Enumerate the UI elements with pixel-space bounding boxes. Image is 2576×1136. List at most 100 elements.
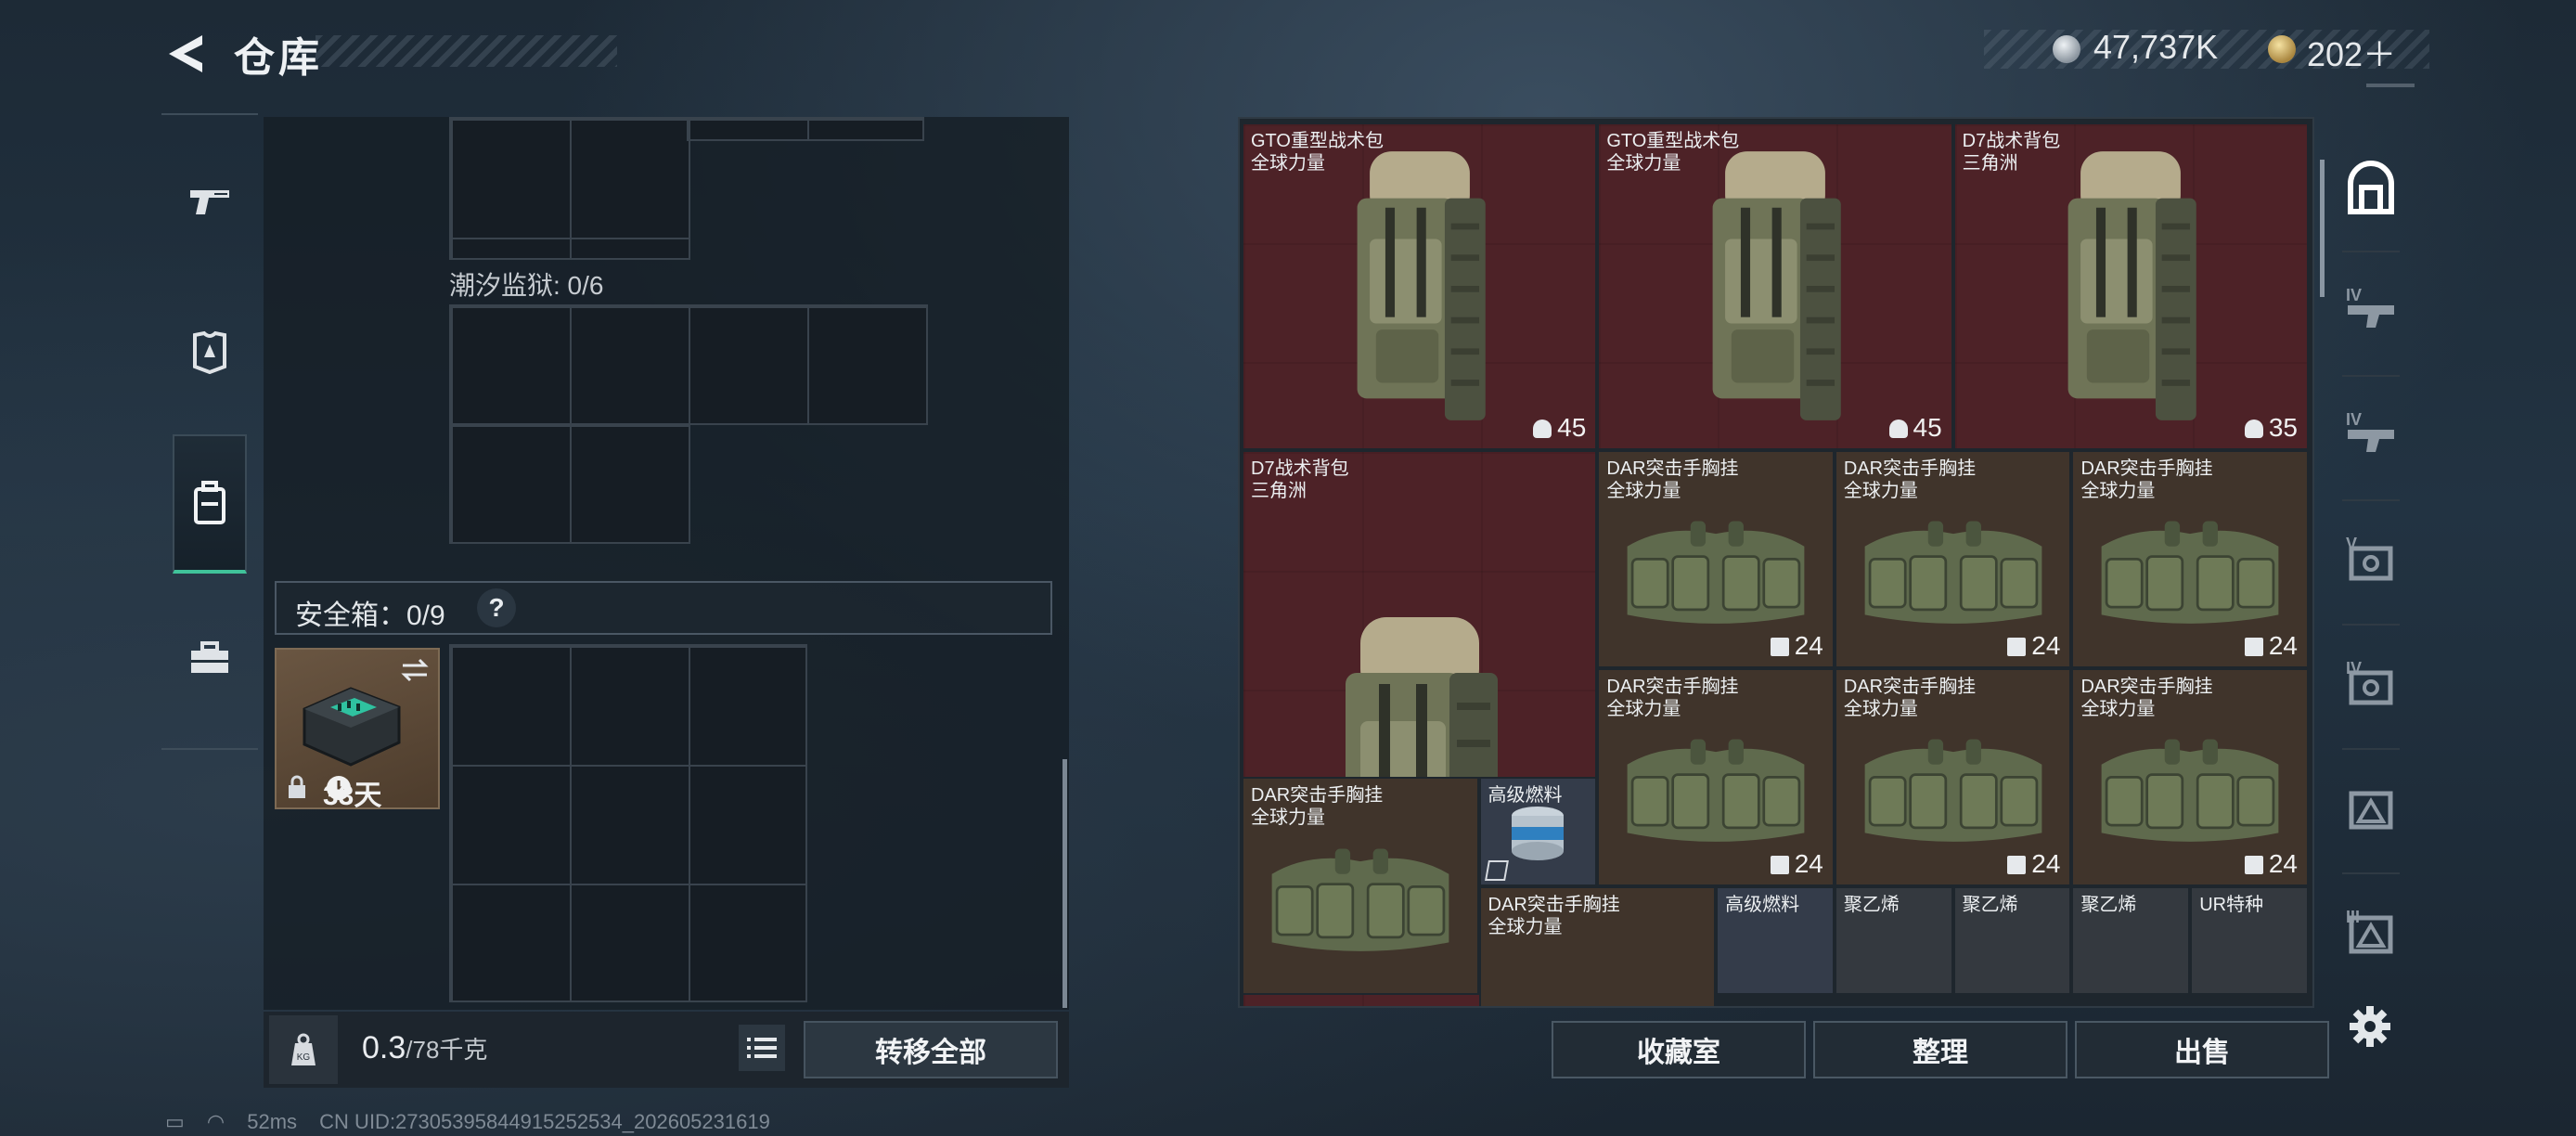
chest-rig-item-icon [1627,521,1805,624]
nav-divider [161,748,258,750]
chaoxi-grid-row2[interactable] [449,423,690,544]
item-source: 全球力量 [1251,807,1325,829]
weight-readout: 0.3/78千克 [362,1030,487,1066]
inventory-item[interactable]: D7战术背包三角洲 35 [1952,123,2309,450]
item-count: 24 [2007,849,2060,879]
inventory-item[interactable]: GTO重型战术包 全球力量 45 [1242,123,1598,450]
inventory-item[interactable]: DAR突击手胸挂 全球力量 24 [1597,449,1835,668]
safe-help-button[interactable]: ? [477,588,516,627]
item-name: DAR突击手胸挂 [1251,785,1384,807]
inventory-item[interactable]: DAR突击手胸挂 全球力量 24 [1597,667,1835,886]
item-name: DAR突击手胸挂 [1606,458,1739,479]
item-name: DAR突击手胸挂 [2080,458,2213,479]
battery-icon: ▭ [165,1110,185,1133]
inventory-item[interactable]: DAR突击手胸挂 全球力量 [1242,777,1479,996]
inventory-item[interactable]: 聚乙烯 [2071,885,2191,996]
inventory-item[interactable]: DAR突击手胸挂 全球力量 24 [1834,449,2072,668]
vest-capacity-icon [2007,637,2027,656]
tier-label: IV [2346,286,2363,304]
item-source: 全球力量 [1251,153,1325,174]
item-name: 高级燃料 [1488,785,1563,807]
swap-icon [401,658,429,682]
list-view-button[interactable] [739,1025,785,1071]
container-grid-top[interactable] [449,117,690,260]
gold-coin-icon [2268,35,2296,63]
weight-total: /78千克 [406,1036,488,1064]
item-name: DAR突击手胸挂 [1488,894,1620,915]
chest-rig-item-icon [1864,521,2042,624]
organize-button[interactable]: 整理 [1813,1021,2067,1078]
category-special-iii[interactable]: III [2333,876,2409,991]
vest-capacity-icon [2007,855,2027,874]
tab-backpack[interactable] [173,434,247,574]
item-name: 高级燃料 [1725,894,1800,915]
tab-toolbox[interactable] [173,588,247,728]
inventory-item[interactable]: 高级燃料 [1716,885,1835,996]
item-count: 35 [2244,413,2298,443]
lock-icon [289,775,305,798]
fuel-canister-icon [1512,807,1565,861]
tab-armor[interactable] [173,282,247,421]
item-name: GTO重型战术包 [1251,131,1384,151]
category-all[interactable] [2333,130,2409,245]
item-source: 全球力量 [2080,698,2156,719]
item-name: 聚乙烯 [1962,894,2018,915]
backpack-capacity-icon [1533,419,1552,438]
chaoxi-grid-row1[interactable] [449,304,928,425]
category-divider [2342,748,2400,750]
warehouse-grid: GTO重型战术包 全球力量 45 GTO重型战术包 全球力量 45 D7战术背包 三角洲 3… [1242,123,2309,1006]
category-armor-v[interactable]: V [2333,503,2409,618]
item-name: UR特种 [2199,894,2264,915]
inventory-item[interactable]: GTO重型战术包 全球力量 45 [1597,123,1953,450]
warehouse-scrollbar[interactable] [2320,160,2325,297]
inventory-item[interactable]: DAR突击手胸挂 全球力量 24 [1834,667,2072,886]
item-count: 24 [2244,849,2298,879]
currency-2-value[interactable]: 202＋ [2307,28,2396,76]
chest-rig-item-icon [1627,739,1805,843]
inventory-item[interactable]: 聚乙烯 [1834,885,1953,996]
currency-decoration [2366,84,2415,87]
inventory-item[interactable]: UR特种 [2190,885,2309,996]
item-count: 24 [2007,631,2060,661]
weight-icon: KG [291,1033,316,1065]
container-grid-top-ext[interactable] [687,117,924,141]
gear-icon [2350,1006,2390,1047]
title-decoration [316,35,617,67]
inventory-item[interactable]: DAR突击手胸挂 全球力量 [1478,885,1717,1006]
backpack-capacity-icon [2244,419,2263,438]
currency-1-value: 47,737K [2093,28,2219,66]
all-items-icon [2348,161,2394,214]
category-weapon-iv-2[interactable]: IV [2333,379,2409,494]
inventory-item[interactable]: 高级燃料 [1478,777,1598,886]
safe-box-label: 安全箱：0/9 [295,600,445,631]
category-armor-iv[interactable]: IV [2333,627,2409,742]
svg-text:KG: KG [297,1052,311,1063]
left-panel-scrollbar[interactable] [1063,759,1067,1008]
weight-lock-button[interactable]: KG [269,1015,338,1084]
inventory-item[interactable]: DAR突击手胸挂 全球力量 24 [2071,449,2309,668]
back-button[interactable] [158,28,213,80]
category-special-1[interactable] [2333,752,2409,867]
collection-room-button[interactable]: 收藏室 [1552,1021,1806,1078]
item-name: DAR突击手胸挂 [2080,676,2213,697]
armor-icon [193,330,226,374]
list-icon [747,1038,777,1058]
safe-box-grid[interactable] [449,644,807,1002]
sell-button[interactable]: 出售 [2075,1021,2329,1078]
item-count: 24 [1770,631,1823,661]
item-source: 全球力量 [1606,480,1681,501]
category-divider [2342,872,2400,874]
vest-capacity-icon [1770,637,1789,656]
item-name: D7战术背包 [1962,131,2061,151]
inventory-item[interactable]: DAR突击手胸挂 全球力量 24 [2071,667,2309,886]
tier-label: IV [2346,410,2363,429]
transfer-all-button[interactable]: 转移全部 [804,1021,1058,1078]
settings-button[interactable] [2344,1000,2396,1052]
backpack-icon [194,481,225,524]
category-weapon-iv-1[interactable]: IV [2333,254,2409,369]
inventory-item[interactable]: 聚乙烯 [1952,885,2072,996]
item-source: 全球力量 [1488,916,1563,937]
tier-label: IV [2346,659,2363,678]
chaoxi-prison-label: 潮汐监狱: 0/6 [449,271,604,300]
tab-weapons[interactable] [173,132,247,271]
